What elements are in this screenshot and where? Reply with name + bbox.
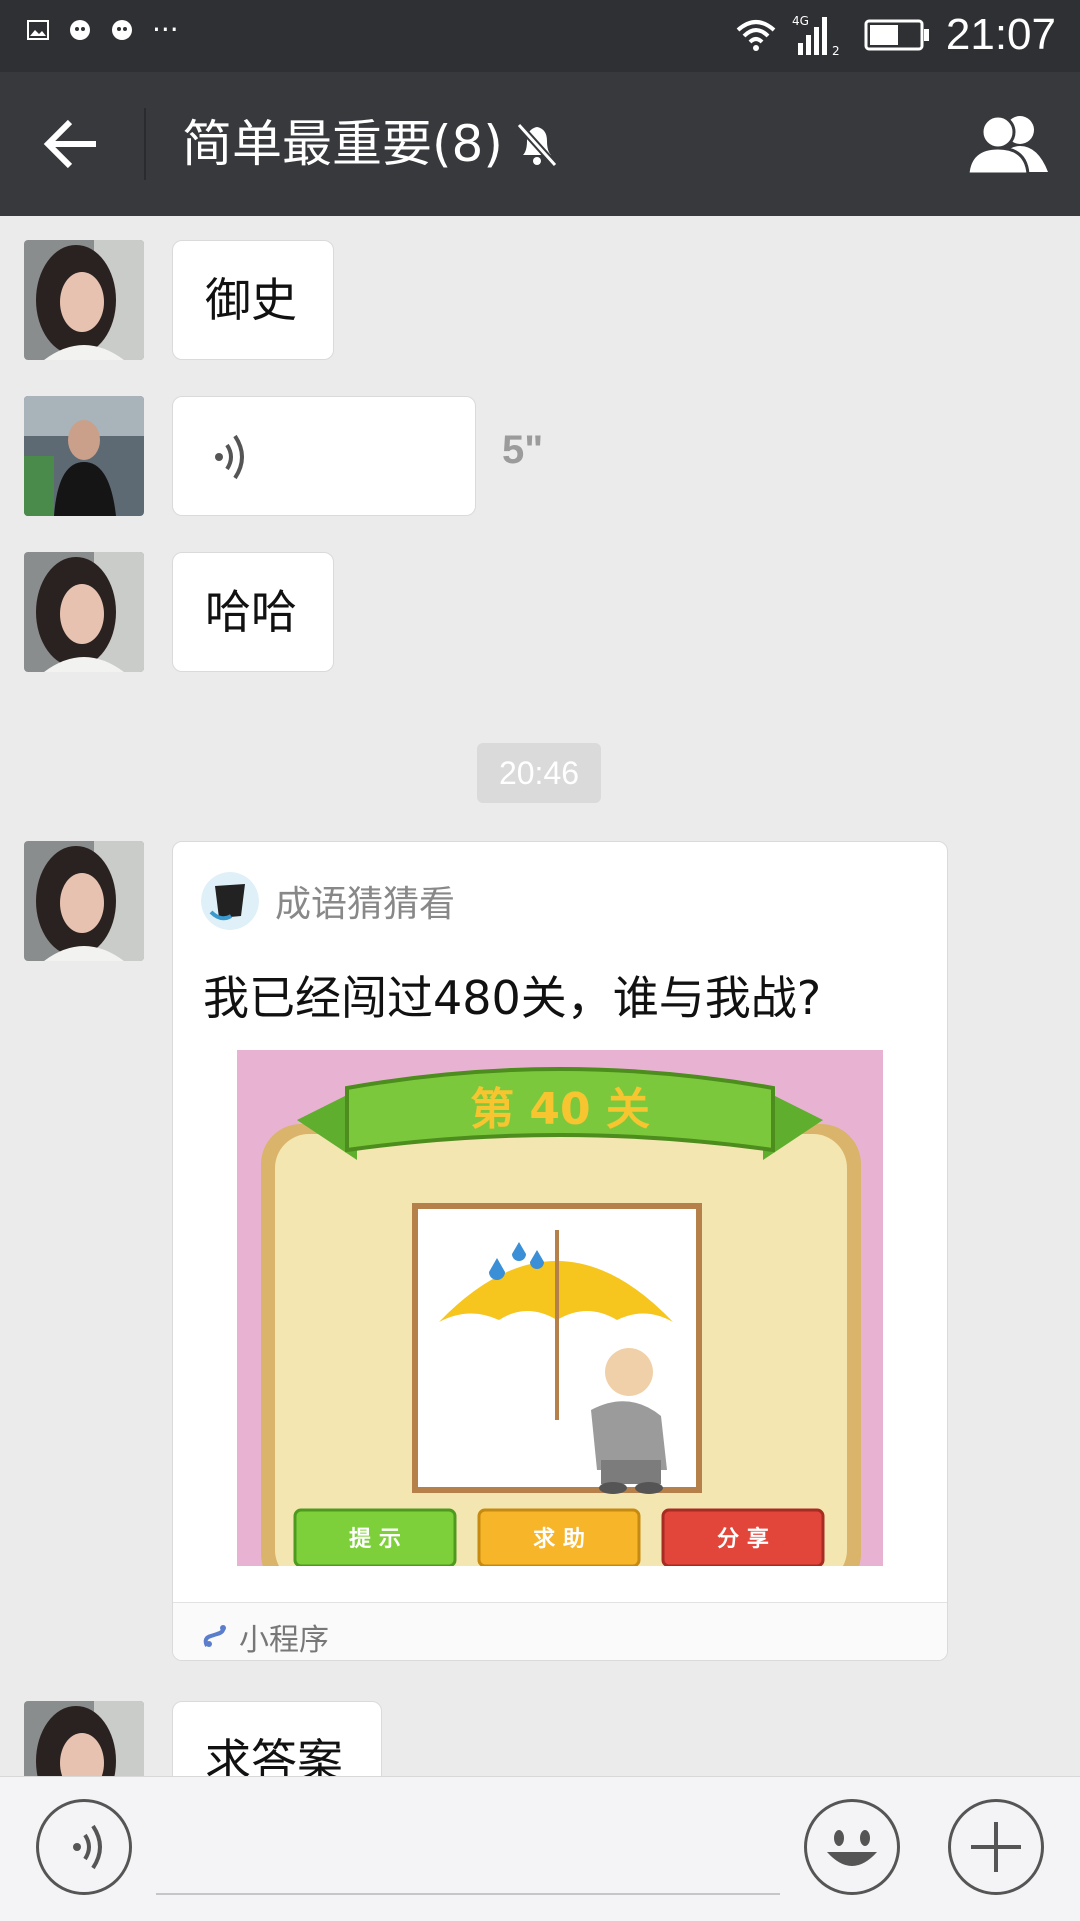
chat-header: 简单最重要(8) [0,72,1080,216]
voice-wave-icon [215,434,244,480]
message-text: 御史 [205,273,297,327]
voice-message-bubble[interactable] [172,396,476,516]
avatar[interactable] [24,552,144,672]
status-bar: ··· 4G 2 21:07 [0,0,1080,72]
level-banner-text: 第 40 关 [470,1084,650,1135]
wifi-icon [736,20,776,51]
help-button-label: 求 助 [533,1527,585,1552]
image-icon [27,20,49,40]
battery-icon [864,19,929,51]
mini-program-footer-label: 小程序 [239,1623,329,1658]
mini-program-preview-image: 第 40 关 提 示 求 助 分 享 [237,1050,883,1566]
message-text: 求答案 [205,1734,343,1776]
message-bubble[interactable]: 哈哈 [172,552,334,672]
mini-program-source: 成语猜猜看 [201,872,455,930]
message-bubble[interactable]: 求答案 [172,1701,382,1776]
system-status: 4G 2 21:07 [736,10,1056,60]
avatar[interactable] [24,240,144,360]
network-type-label: 4G [792,14,809,28]
mini-program-card[interactable]: 成语猜猜看 我已经闯过480关，谁与我战? 第 40 关 提 示 求 助 分 享… [172,841,948,1661]
group-members-icon[interactable] [966,112,1050,176]
mini-program-name: 成语猜猜看 [275,884,456,925]
more-options-button[interactable] [948,1799,1044,1895]
back-arrow-icon[interactable] [40,116,100,172]
hint-button-label: 提 示 [349,1526,401,1552]
avatar-photo [24,396,144,516]
mute-bell-icon [516,122,558,168]
avatar-photo [24,552,144,672]
mini-program-title: 我已经闯过480关，谁与我战? [203,971,822,1025]
more-notifications: ··· [152,13,179,46]
avatar[interactable] [24,841,144,961]
chat-title: 简单最重要(8) [182,114,561,174]
input-bar [0,1776,1080,1921]
mini-program-footer: 小程序 [173,1602,947,1660]
emoji-icon [827,1830,877,1866]
share-button-label: 分 享 [717,1526,769,1552]
emoji-button[interactable] [804,1799,900,1895]
mini-program-icon [203,1625,226,1647]
group-name: 简单最重要(8) [182,115,503,173]
plus-icon [971,1822,1021,1872]
message-list[interactable]: 御史 5" 哈哈 20:46 成语猜猜看 我已经闯过480关，谁与我战? 第 4… [0,216,1080,1776]
voice-input-button[interactable] [36,1799,132,1895]
header-divider [144,108,146,180]
notification-icons: ··· [26,13,179,46]
clock: 21:07 [945,10,1056,59]
avatar[interactable] [24,1701,144,1776]
sim-slot-label: 2 [832,44,840,57]
message-input[interactable] [156,1893,780,1895]
app-notification-icon [112,20,132,40]
app-notification-icon [70,20,90,40]
game-logo-icon [201,872,259,930]
avatar[interactable] [24,396,144,516]
message-text: 哈哈 [205,585,297,639]
signal-icon: 4G 2 [792,14,840,57]
timestamp: 20:46 [477,743,601,803]
voice-input-icon [73,1824,102,1870]
avatar-photo [24,1701,144,1776]
avatar-photo [24,240,144,360]
mini-program-logo [201,872,259,930]
voice-duration: 5" [502,428,544,472]
message-bubble[interactable]: 御史 [172,240,334,360]
avatar-photo [24,841,144,961]
